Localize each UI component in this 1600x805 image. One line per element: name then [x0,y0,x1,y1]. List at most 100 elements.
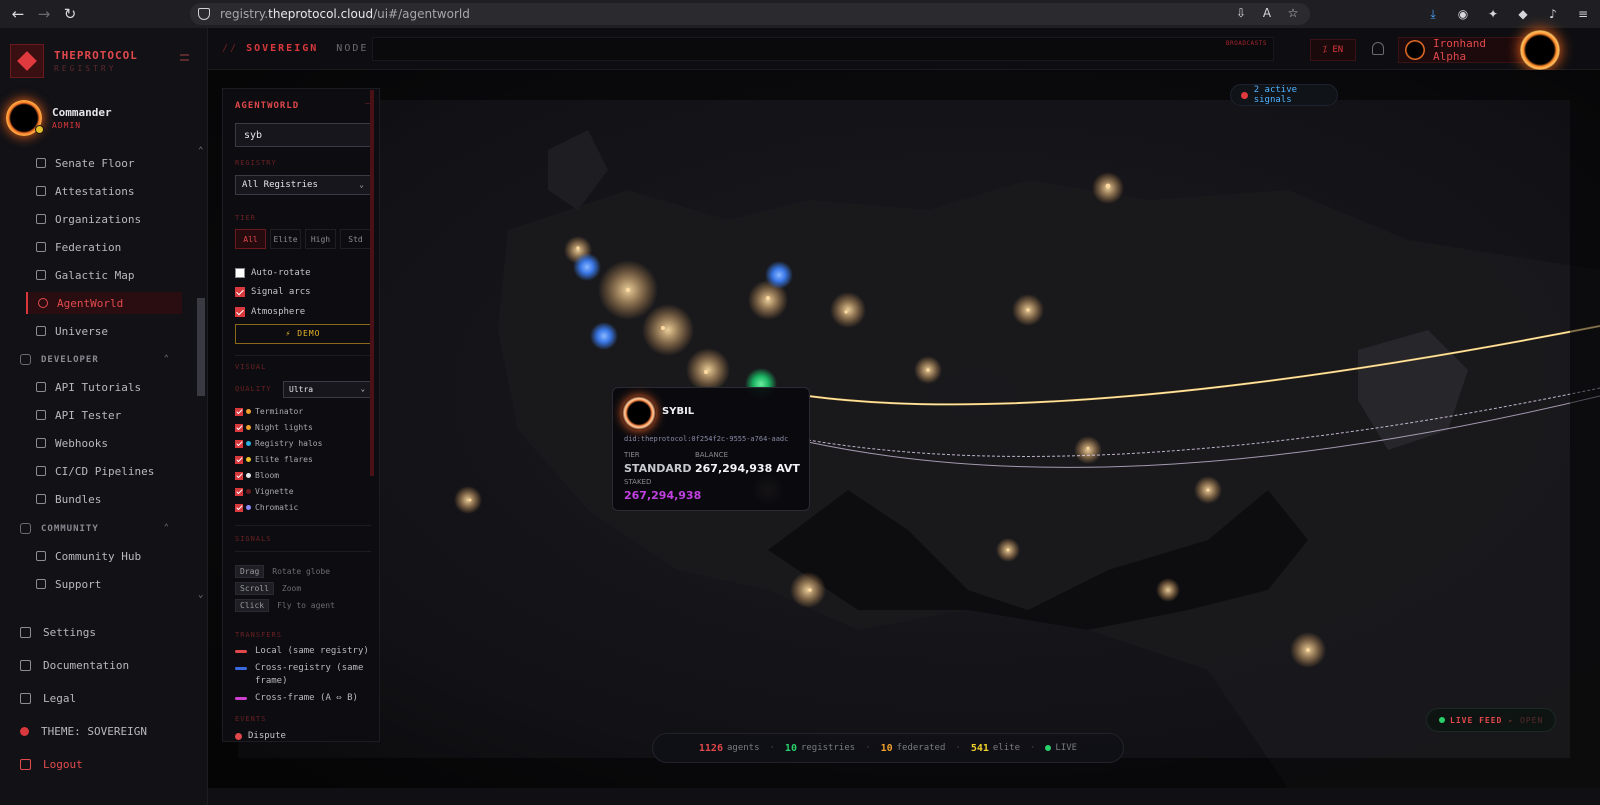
divider [235,525,371,526]
checkbox[interactable] [235,503,243,512]
sidebar-item-organizations[interactable]: Organizations [26,208,182,230]
agent-tooltip-card[interactable]: SYBIL did:theprotocol:0f254f2c-9555-a764… [612,387,810,511]
reload-icon[interactable]: ↻ [62,6,78,22]
top-header: // SOVEREIGN NODE BROADCASTS ⁒ EN Ironha… [208,28,1600,70]
sidebar-scrollbar[interactable] [197,298,205,396]
atmosphere-toggle[interactable]: Atmosphere [235,307,305,317]
terminator-toggle[interactable]: Terminator [235,407,303,416]
legend-swatch [235,697,247,700]
sidebar-item-api-tutorials[interactable]: API Tutorials [26,376,182,398]
legal-link[interactable]: Legal [20,692,76,705]
forward-icon[interactable]: → [36,6,52,22]
elite-flares-toggle[interactable]: Elite flares [235,455,313,464]
tier-tab-std[interactable]: Std [340,229,371,249]
agent-staked-label: STAKED [624,478,652,486]
signal-arcs-toggle[interactable]: Signal arcs [235,287,311,297]
users-icon [36,551,46,561]
registry-select[interactable]: All Registries ⌄ [235,175,371,195]
color-dot-icon [246,441,251,446]
menu-icon[interactable]: ≡ [1576,7,1590,21]
sidebar-item-attestations[interactable]: Attestations [26,180,182,202]
sidebar-item-galactic-map[interactable]: Galactic Map [26,264,182,286]
checkbox[interactable] [235,471,243,480]
brand[interactable]: THEPROTOCOL REGISTRY [10,44,138,78]
checkbox[interactable] [235,455,243,464]
auto-rotate-toggle[interactable]: Auto-rotate [235,268,311,278]
quality-select[interactable]: Ultra ⌄ [283,381,371,398]
checkbox[interactable] [235,268,245,278]
logout-link[interactable]: Logout [20,758,83,771]
sidebar-item-api-tester[interactable]: API Tester [26,404,182,426]
site-info-icon[interactable] [198,8,210,20]
active-signals-badge[interactable]: 2 active signals [1230,84,1338,106]
bookmark-star-icon[interactable]: ☆ [1286,6,1300,20]
media-icon[interactable]: ♪ [1546,7,1560,21]
translate-icon[interactable]: A [1260,6,1274,20]
sidebar-item-bundles[interactable]: Bundles [26,488,182,510]
event-dispute[interactable]: Dispute [235,731,286,741]
checkbox[interactable] [235,307,245,317]
checkbox[interactable] [235,423,243,432]
sidebar-item-senate-floor[interactable]: Senate Floor [26,152,182,174]
address-bar[interactable]: registry.theprotocol.cloud/ui#/agentworl… [190,3,1310,25]
globe-icon [38,298,48,308]
events-label: EVENTS [235,715,267,723]
night-lights-toggle[interactable]: Night lights [235,423,313,432]
checkbox[interactable] [235,287,245,297]
tier-tab-all[interactable]: All [235,229,266,249]
user-profile[interactable]: Commander ADMIN [6,100,112,136]
stats-bar: 1126 agents · 10 registries · 10 federated … [652,733,1124,763]
checkbox[interactable] [235,487,243,496]
chevron-down-icon: ⌄ [360,385,365,393]
agent-avatar [622,396,656,430]
sidebar-nav: Senate Floor Attestations Organizations … [0,148,208,645]
federated-count: 10 [880,742,893,754]
back-icon[interactable]: ← [10,6,26,22]
user-menu[interactable]: Ironhand Alpha ⌄ [1398,37,1538,63]
download-icon[interactable]: ⤓ [1426,7,1440,21]
install-app-icon[interactable]: ⇩ [1234,6,1248,20]
language-button[interactable]: ⁒ EN [1310,39,1356,61]
broadcast-ticker[interactable]: BROADCASTS [372,37,1274,61]
vignette-toggle[interactable]: Vignette [235,487,294,496]
sidebar-item-agentworld[interactable]: AgentWorld [26,292,182,314]
agent-did: did:theprotocol:0f254f2c-9555-a764-aadc [624,435,789,443]
bell-icon[interactable] [1372,42,1384,55]
checkbox[interactable] [235,407,243,416]
registry-halos-toggle[interactable]: Registry halos [235,439,322,448]
account-icon[interactable]: ◉ [1456,7,1470,21]
avatar [6,100,44,136]
color-dot-icon [246,473,251,478]
demo-button[interactable]: ⚡ DEMO [235,324,371,344]
panel-scrollbar[interactable] [370,90,374,476]
globe-map[interactable]: 2 active signals AGENTWORLD – REGISTRY A… [208,70,1600,788]
scroll-up-icon[interactable]: ⌃ [198,146,203,156]
theme-toggle[interactable]: THEME: SOVEREIGN [20,725,147,738]
sidebar-item-cicd-pipelines[interactable]: CI/CD Pipelines [26,460,182,482]
sidebar-item-federation[interactable]: Federation [26,236,182,258]
sidebar-item-universe[interactable]: Universe [26,320,182,342]
section-community[interactable]: COMMUNITY ⌃ [20,523,170,534]
scroll-down-icon[interactable]: ⌄ [198,590,203,600]
live-feed-button[interactable]: LIVE FEED ▸ OPEN [1426,708,1556,732]
shield-extension-icon[interactable]: ◆ [1516,7,1530,21]
documentation-link[interactable]: Documentation [20,659,129,672]
extensions-icon[interactable]: ✦ [1486,7,1500,21]
gear-icon [20,627,31,638]
tier-tab-high[interactable]: High [305,229,336,249]
settings-link[interactable]: Settings [20,626,96,639]
sidebar-item-community-hub[interactable]: Community Hub [26,545,182,567]
tier-tab-elite[interactable]: Elite [270,229,301,249]
chromatic-toggle[interactable]: Chromatic [235,503,298,512]
collapse-sidebar-icon[interactable] [180,54,189,61]
profile-avatar[interactable] [1520,30,1560,70]
sidebar-item-support[interactable]: Support [26,573,182,595]
agent-tier-label: TIER [624,451,640,459]
search-input[interactable] [235,123,371,147]
legend-swatch [235,650,247,653]
checkbox[interactable] [235,439,243,448]
bloom-toggle[interactable]: Bloom [235,471,279,480]
section-developer[interactable]: DEVELOPER ⌃ [20,354,170,365]
signals-label: SIGNALS [235,535,272,543]
sidebar-item-webhooks[interactable]: Webhooks [26,432,182,454]
